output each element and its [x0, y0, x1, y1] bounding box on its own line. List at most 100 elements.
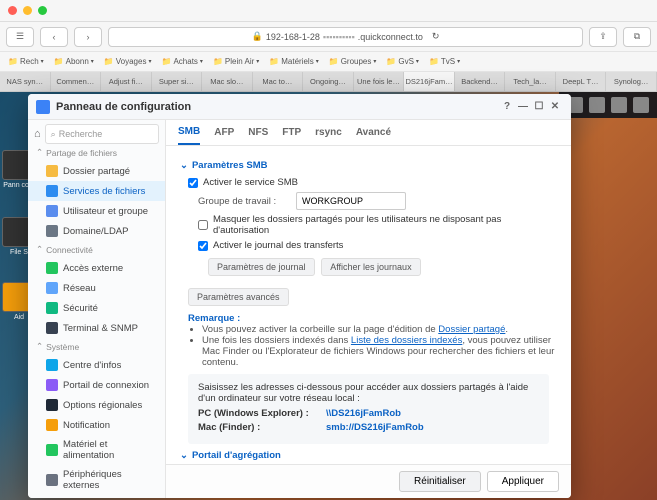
bookmark-folder[interactable]: 📁Groupes ▾: [325, 56, 381, 67]
bookmark-folder[interactable]: 📁Plein Air ▾: [209, 56, 263, 67]
sidebar-item-icon: [46, 379, 58, 391]
sidebar-search[interactable]: ⌕ Recherche: [45, 124, 159, 144]
sidebar-item-icon: [46, 359, 58, 371]
control-panel-window: Panneau de configuration ? — ☐ ✕ ⌂ ⌕ Rec…: [28, 94, 571, 498]
bookmark-folder[interactable]: 📁Rech ▾: [4, 56, 48, 67]
chevron-icon: ⌃: [36, 147, 43, 158]
folder-icon: 📁: [269, 57, 279, 66]
sidebar-item[interactable]: Périphériques externes: [28, 465, 165, 495]
journal-settings-button[interactable]: Paramètres de journal: [208, 258, 315, 276]
browser-tab[interactable]: NAS syn…: [0, 72, 51, 91]
back-button[interactable]: ‹: [40, 27, 68, 47]
sidebar-item-icon: [46, 262, 58, 274]
share-button[interactable]: ⇪: [589, 27, 617, 47]
remark-2: Une fois les dossiers indexés dans Liste…: [202, 335, 557, 368]
sidebar-item[interactable]: Utilisateur et groupe: [28, 201, 165, 221]
section-smb[interactable]: ⌄Paramètres SMB: [180, 160, 557, 171]
workgroup-input[interactable]: [296, 192, 406, 210]
bookmark-folder[interactable]: 📁Achats ▾: [157, 56, 206, 67]
advanced-settings-button[interactable]: Paramètres avancés: [188, 288, 289, 306]
forward-button[interactable]: ›: [74, 27, 102, 47]
max-dot[interactable]: [38, 6, 47, 15]
sidebar-item[interactable]: Domaine/LDAP: [28, 221, 165, 241]
sidebar-item[interactable]: Mise à jour et restauration: [28, 495, 165, 498]
section-portal[interactable]: ⌄Portail d'agrégation: [180, 450, 557, 461]
indexed-folders-link[interactable]: Liste des dossiers indexés: [351, 335, 462, 346]
remark-1: Vous pouvez activer la corbeille sur la …: [202, 324, 557, 335]
close-button[interactable]: ✕: [547, 99, 563, 115]
tabs-button[interactable]: ⧉: [623, 27, 651, 47]
minimize-button[interactable]: —: [515, 99, 531, 115]
min-dot[interactable]: [23, 6, 32, 15]
search-icon[interactable]: [633, 97, 649, 113]
hide-shares-checkbox[interactable]: Masquer les dossiers partagés pour les u…: [198, 214, 557, 236]
home-icon[interactable]: ⌂: [34, 128, 41, 140]
browser-tab[interactable]: Adjust fi…: [101, 72, 152, 91]
file-service-tab[interactable]: Avancé: [356, 121, 391, 144]
enable-smb-checkbox[interactable]: Activer le service SMB: [188, 177, 557, 188]
browser-tab[interactable]: Backend…: [455, 72, 506, 91]
bookmark-folder[interactable]: 📁TvS ▾: [425, 56, 464, 67]
reload-icon[interactable]: ↻: [432, 31, 440, 42]
enable-journal-checkbox[interactable]: Activer le journal des transferts: [198, 240, 557, 251]
bookmark-folder[interactable]: 📁GvS ▾: [382, 56, 423, 67]
sidebar-group[interactable]: ⌃Système: [28, 338, 165, 355]
sidebar-item[interactable]: Accès externe: [28, 258, 165, 278]
sidebar-item[interactable]: Dossier partagé: [28, 161, 165, 181]
browser-tab[interactable]: Synolog…: [606, 72, 657, 91]
smb-content: ⌄Paramètres SMB Activer le service SMB G…: [166, 146, 571, 464]
bookmark-folder[interactable]: 📁Abonn ▾: [50, 56, 98, 67]
mac-path: smb://DS216jFamRob: [326, 422, 424, 433]
file-service-tab[interactable]: SMB: [178, 120, 200, 145]
file-service-tab[interactable]: NFS: [248, 121, 268, 144]
sidebar-item[interactable]: Sécurité: [28, 298, 165, 318]
sidebar-item[interactable]: Portail de connexion: [28, 375, 165, 395]
widgets-icon[interactable]: [611, 97, 627, 113]
sidebar-item-label: Notification: [63, 420, 110, 431]
sidebar-item[interactable]: Options régionales: [28, 395, 165, 415]
remark-label: Remarque :: [188, 313, 240, 324]
folder-icon: 📁: [429, 57, 439, 66]
sidebar-item[interactable]: Services de fichiers: [28, 181, 165, 201]
pc-path: \\DS216jFamRob: [326, 408, 401, 419]
shared-folder-link[interactable]: Dossier partagé: [438, 324, 505, 335]
sidebar-item[interactable]: Centre d'infos: [28, 355, 165, 375]
mac-traffic-lights: [0, 0, 657, 22]
maximize-button[interactable]: ☐: [531, 99, 547, 115]
bookmark-folder[interactable]: 📁Matériels ▾: [265, 56, 322, 67]
reset-button[interactable]: Réinitialiser: [399, 471, 481, 492]
file-service-tab[interactable]: rsync: [315, 121, 342, 144]
browser-tab[interactable]: Mac slo…: [202, 72, 253, 91]
notify-icon[interactable]: [589, 97, 605, 113]
file-service-tab[interactable]: AFP: [214, 121, 234, 144]
sidebar-item-icon: [46, 205, 58, 217]
apply-button[interactable]: Appliquer: [487, 471, 559, 492]
workgroup-label: Groupe de travail :: [198, 196, 288, 207]
close-dot[interactable]: [8, 6, 17, 15]
file-service-tab[interactable]: FTP: [282, 121, 301, 144]
sidebar-toggle[interactable]: ☰: [6, 27, 34, 47]
sidebar-item[interactable]: Terminal & SNMP: [28, 318, 165, 338]
chevron-down-icon: ⌄: [180, 450, 188, 461]
show-journals-button[interactable]: Afficher les journaux: [321, 258, 420, 276]
sidebar-group[interactable]: ⌃Partage de fichiers: [28, 144, 165, 161]
browser-tab[interactable]: Ongoing…: [303, 72, 354, 91]
sidebar-item[interactable]: Notification: [28, 415, 165, 435]
sidebar-group[interactable]: ⌃Connectivité: [28, 241, 165, 258]
browser-tab[interactable]: DS216jFam…: [404, 72, 455, 91]
window-titlebar[interactable]: Panneau de configuration ? — ☐ ✕: [28, 94, 571, 120]
browser-tab[interactable]: Une fois le…: [354, 72, 405, 91]
sidebar-item-icon: [46, 225, 58, 237]
bookmark-folder[interactable]: 📁Voyages ▾: [100, 56, 156, 67]
browser-tab[interactable]: Commen…: [51, 72, 102, 91]
sidebar-item[interactable]: Réseau: [28, 278, 165, 298]
browser-tab[interactable]: DeepL T…: [556, 72, 607, 91]
sidebar-item-label: Domaine/LDAP: [63, 226, 128, 237]
browser-tab[interactable]: Mac to…: [253, 72, 304, 91]
help-button[interactable]: ?: [499, 99, 515, 115]
sidebar-item[interactable]: Matériel et alimentation: [28, 435, 165, 465]
browser-tab[interactable]: Super si…: [152, 72, 203, 91]
browser-tab[interactable]: Tech_la…: [505, 72, 556, 91]
sidebar-item-icon: [46, 282, 58, 294]
url-bar[interactable]: 🔒 192-168-1-28 ▪▪▪▪▪▪▪▪▪▪ .quickconnect.…: [108, 27, 583, 47]
